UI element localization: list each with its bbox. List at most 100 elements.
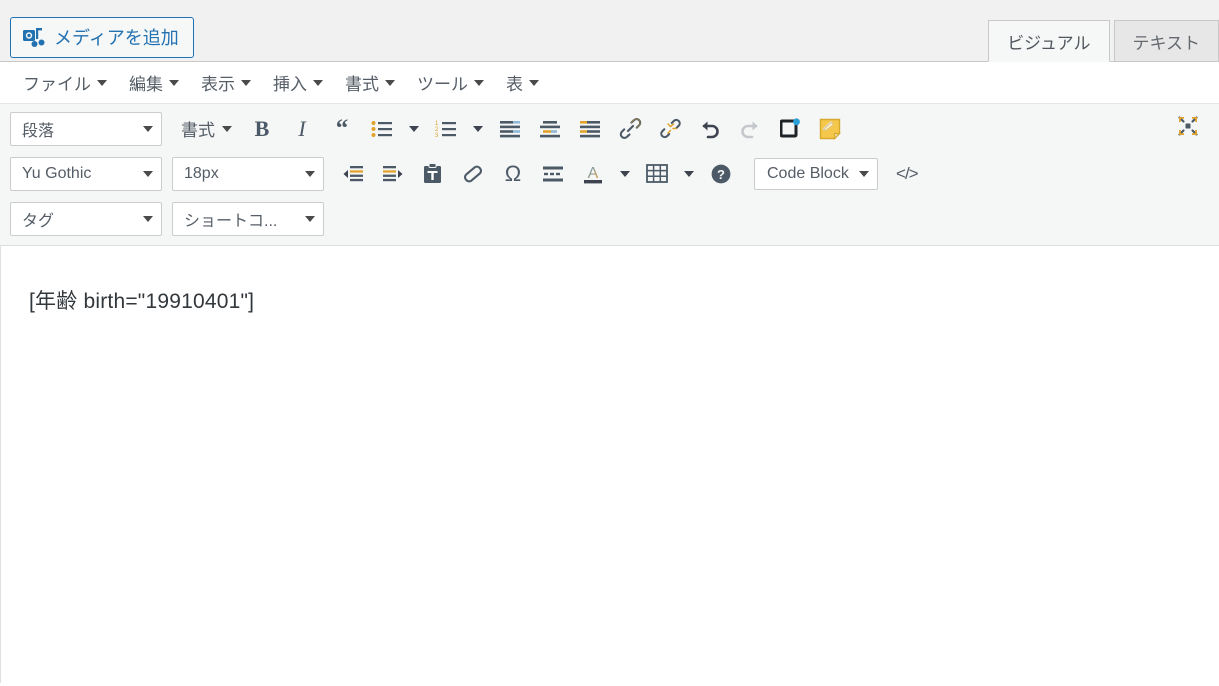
editor-body-text[interactable]: [年齢 birth="19910401"] <box>29 286 1219 318</box>
menu-edit[interactable]: 編集 <box>118 66 190 99</box>
toolbar-row-1: 段落 書式 B I “ 1 2 3 <box>0 106 1219 151</box>
toolbar-row-2: Yu Gothic 18px Ω A ? Code Block </> <box>0 151 1219 196</box>
help-button[interactable]: ? <box>702 156 740 192</box>
undo-button[interactable] <box>691 111 729 147</box>
chevron-down-icon <box>143 170 153 177</box>
chevron-down-icon <box>529 79 539 86</box>
formats-menu-button[interactable]: 書式 <box>172 110 241 147</box>
chevron-down-icon <box>169 79 179 86</box>
bold-icon: B <box>254 115 270 141</box>
chevron-down-icon <box>385 79 395 86</box>
kitchen-sink-button[interactable] <box>771 111 809 147</box>
menu-insert[interactable]: 挿入 <box>262 66 334 99</box>
text-color-icon: A <box>581 163 605 185</box>
chevron-down-icon <box>620 170 630 177</box>
blockquote-button[interactable]: “ <box>323 111 361 147</box>
kitchen-sink-icon <box>779 118 801 139</box>
source-code-icon: </> <box>896 164 919 183</box>
menu-format[interactable]: 書式 <box>334 66 406 99</box>
paragraph-style-value: 段落 <box>22 122 55 140</box>
add-media-button[interactable]: メディアを追加 <box>10 17 194 58</box>
omega-icon: Ω <box>504 160 522 186</box>
eraser-icon <box>462 164 484 184</box>
source-code-button[interactable]: </> <box>888 156 926 192</box>
redo-icon <box>739 119 761 139</box>
editor-topbar: メディアを追加 ビジュアル テキスト <box>0 0 1219 62</box>
distraction-free-button[interactable] <box>1169 110 1207 146</box>
sticky-note-button[interactable] <box>811 111 849 147</box>
bullet-list-options-button[interactable] <box>403 111 425 147</box>
align-right-button[interactable] <box>571 111 609 147</box>
tab-visual-label: ビジュアル <box>1007 33 1091 53</box>
redo-button[interactable] <box>731 111 769 147</box>
shortcode-select[interactable]: ショートコ... <box>172 201 324 236</box>
chevron-down-icon <box>143 215 153 222</box>
align-left-icon <box>499 120 521 138</box>
horizontal-rule-button[interactable] <box>534 156 572 192</box>
chevron-down-icon <box>97 79 107 86</box>
tag-select[interactable]: タグ <box>10 201 162 236</box>
align-center-icon <box>539 120 561 138</box>
formats-menu-label: 書式 <box>181 121 215 140</box>
add-media-label: メディアを追加 <box>54 27 179 48</box>
svg-text:?: ? <box>717 167 725 182</box>
indent-button[interactable] <box>374 156 412 192</box>
menu-insert-label: 挿入 <box>273 75 307 94</box>
align-center-button[interactable] <box>531 111 569 147</box>
numbered-list-button[interactable]: 1 2 3 <box>427 111 465 147</box>
svg-text:A: A <box>588 165 599 182</box>
italic-button[interactable]: I <box>283 111 321 147</box>
tab-visual[interactable]: ビジュアル <box>988 20 1110 62</box>
outdent-icon <box>342 165 364 183</box>
chevron-down-icon <box>684 170 694 177</box>
clear-formatting-button[interactable] <box>454 156 492 192</box>
bullet-list-icon <box>371 120 393 138</box>
text-color-button[interactable]: A <box>574 156 612 192</box>
undo-icon <box>699 119 721 139</box>
table-button[interactable] <box>638 156 676 192</box>
menu-file-label: ファイル <box>23 75 91 94</box>
chevron-down-icon <box>305 215 315 222</box>
editor-toolbars: 段落 書式 B I “ 1 2 3 Yu Gothic 18px Ω A ? C… <box>0 104 1219 246</box>
font-size-select[interactable]: 18px <box>172 156 324 191</box>
wordpress-editor: メディアを追加 ビジュアル テキスト ファイル 編集 表示 挿入 書式 ツール … <box>0 0 1219 686</box>
align-left-button[interactable] <box>491 111 529 147</box>
insert-link-icon <box>619 118 642 139</box>
editor-mode-tabs: ビジュアル テキスト <box>984 19 1219 62</box>
code-block-select[interactable]: Code Block <box>754 157 878 190</box>
code-block-value: Code Block <box>767 164 849 182</box>
bold-button[interactable]: B <box>243 111 281 147</box>
table-options-button[interactable] <box>678 156 700 192</box>
toolbar-row-3: タグ ショートコ... <box>0 196 1219 241</box>
chevron-down-icon <box>241 79 251 86</box>
chevron-down-icon <box>305 170 315 177</box>
italic-icon: I <box>298 115 306 141</box>
chevron-down-icon <box>409 125 419 132</box>
editor-content-area[interactable]: [年齢 birth="19910401"] <box>0 246 1219 683</box>
menu-edit-label: 編集 <box>129 75 163 94</box>
bullet-list-button[interactable] <box>363 111 401 147</box>
font-family-select[interactable]: Yu Gothic <box>10 156 162 191</box>
paste-as-text-button[interactable] <box>414 156 452 192</box>
numbered-list-options-button[interactable] <box>467 111 489 147</box>
menu-tools[interactable]: ツール <box>406 66 495 99</box>
menu-table[interactable]: 表 <box>495 66 550 99</box>
chevron-down-icon <box>473 125 483 132</box>
blockquote-icon: “ <box>335 115 349 142</box>
special-character-button[interactable]: Ω <box>494 156 532 192</box>
remove-link-icon <box>659 118 682 139</box>
text-color-options-button[interactable] <box>614 156 636 192</box>
remove-link-button[interactable] <box>651 111 689 147</box>
outdent-button[interactable] <box>334 156 372 192</box>
tag-select-value: タグ <box>22 212 55 230</box>
paste-as-text-icon <box>423 163 443 184</box>
paragraph-style-select[interactable]: 段落 <box>10 111 162 146</box>
tab-text[interactable]: テキスト <box>1113 20 1219 61</box>
editor-menubar: ファイル 編集 表示 挿入 書式 ツール 表 <box>0 62 1219 104</box>
menu-view[interactable]: 表示 <box>190 66 262 99</box>
insert-link-button[interactable] <box>611 111 649 147</box>
chevron-down-icon <box>474 79 484 86</box>
font-size-value: 18px <box>184 164 219 182</box>
menu-file[interactable]: ファイル <box>12 66 118 99</box>
media-add-icon <box>23 27 45 48</box>
